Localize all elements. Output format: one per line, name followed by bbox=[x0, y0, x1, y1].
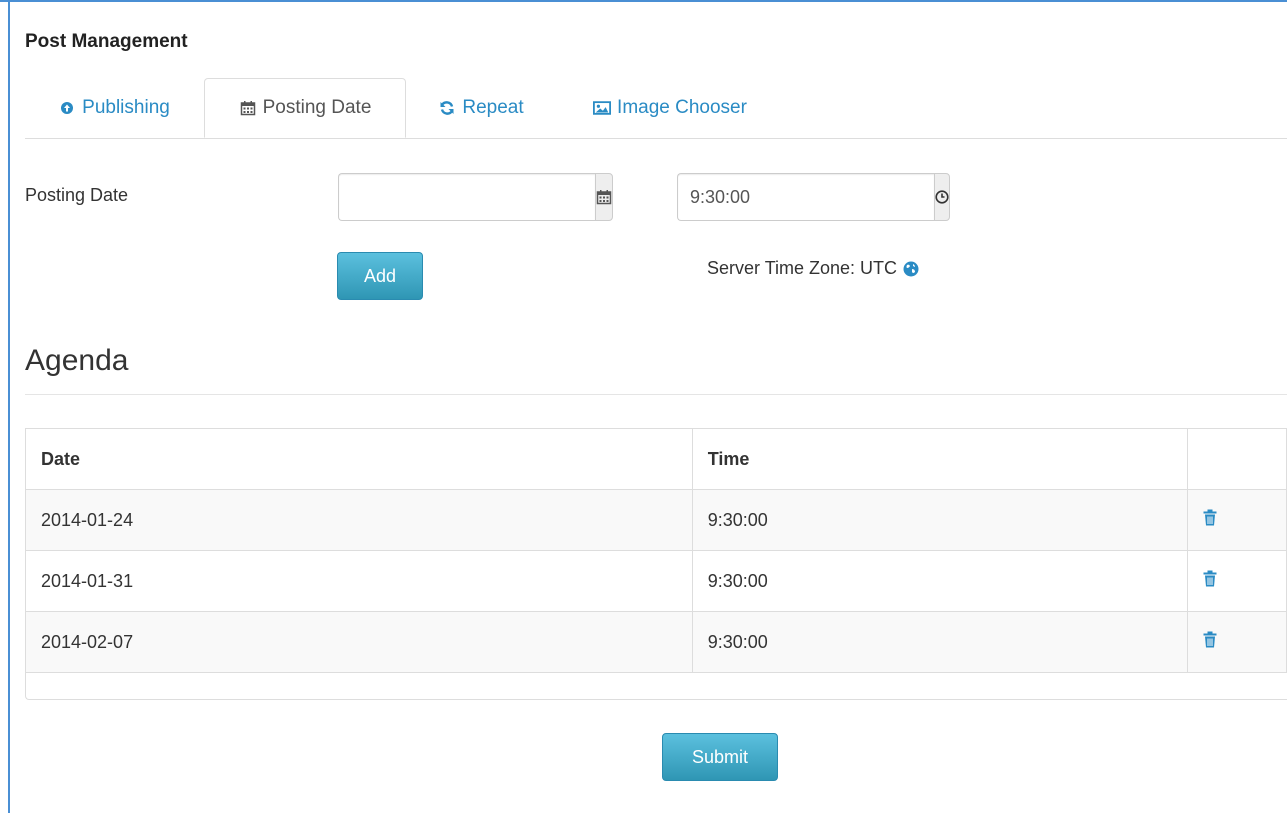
date-input[interactable] bbox=[338, 173, 595, 221]
submit-button[interactable]: Submit bbox=[662, 733, 778, 781]
table-row: 2014-01-24 9:30:00 bbox=[25, 489, 1287, 551]
add-button[interactable]: Add bbox=[337, 252, 423, 300]
posting-date-label: Posting Date bbox=[25, 185, 129, 205]
calendar-icon bbox=[596, 189, 612, 205]
agenda-heading: Agenda bbox=[25, 344, 129, 377]
trash-icon[interactable] bbox=[1203, 570, 1217, 587]
picture-icon bbox=[593, 99, 612, 117]
column-header-date: Date bbox=[25, 428, 693, 490]
cell-date: 2014-02-07 bbox=[25, 611, 693, 673]
tab-label: Image Chooser bbox=[617, 97, 747, 118]
tab-bar: Publishing Posting Date Repeat Image Cho… bbox=[25, 78, 1287, 139]
tab-label: Posting Date bbox=[262, 97, 372, 118]
server-timezone: Server Time Zone: UTC bbox=[707, 258, 919, 279]
divider bbox=[25, 394, 1287, 395]
cell-date: 2014-01-31 bbox=[25, 550, 693, 612]
window-frame-left bbox=[8, 0, 10, 813]
tab-posting-date[interactable]: Posting Date bbox=[204, 78, 406, 138]
cell-date: 2014-01-24 bbox=[25, 489, 693, 551]
window-frame-top bbox=[0, 0, 1287, 2]
tab-publishing[interactable]: Publishing bbox=[25, 78, 203, 138]
agenda-table: Date Time 2014-01-24 9:30:00 2014-01-31 … bbox=[25, 428, 1287, 673]
calendar-icon bbox=[239, 99, 257, 117]
cell-actions bbox=[1187, 611, 1287, 673]
table-header-row: Date Time bbox=[25, 428, 1287, 490]
time-input[interactable] bbox=[677, 173, 934, 221]
globe-icon bbox=[903, 261, 919, 277]
cell-time: 9:30:00 bbox=[691, 550, 1189, 612]
calendar-button[interactable] bbox=[595, 173, 613, 221]
cell-actions bbox=[1187, 550, 1287, 612]
cell-time: 9:30:00 bbox=[691, 489, 1189, 551]
page-title: Post Management bbox=[25, 31, 188, 52]
timezone-text: Server Time Zone: UTC bbox=[707, 258, 898, 278]
column-header-actions bbox=[1187, 428, 1287, 490]
time-picker-group bbox=[677, 173, 950, 221]
agenda-table-container: Date Time 2014-01-24 9:30:00 2014-01-31 … bbox=[25, 428, 1287, 700]
tab-label: Repeat bbox=[462, 97, 524, 118]
cell-time: 9:30:00 bbox=[691, 611, 1189, 673]
circle-arrow-up-icon bbox=[58, 99, 76, 117]
clock-icon bbox=[935, 190, 949, 204]
table-row: 2014-01-31 9:30:00 bbox=[25, 550, 1287, 612]
trash-icon[interactable] bbox=[1203, 509, 1217, 526]
clock-button[interactable] bbox=[934, 173, 950, 221]
trash-icon[interactable] bbox=[1203, 631, 1217, 648]
table-row: 2014-02-07 9:30:00 bbox=[25, 611, 1287, 673]
date-picker-group bbox=[338, 173, 613, 221]
tab-image-chooser[interactable]: Image Chooser bbox=[565, 78, 775, 138]
tab-repeat[interactable]: Repeat bbox=[422, 78, 540, 138]
column-header-time: Time bbox=[691, 428, 1189, 490]
tab-label: Publishing bbox=[82, 97, 170, 118]
refresh-icon bbox=[438, 99, 456, 117]
cell-actions bbox=[1187, 489, 1287, 551]
